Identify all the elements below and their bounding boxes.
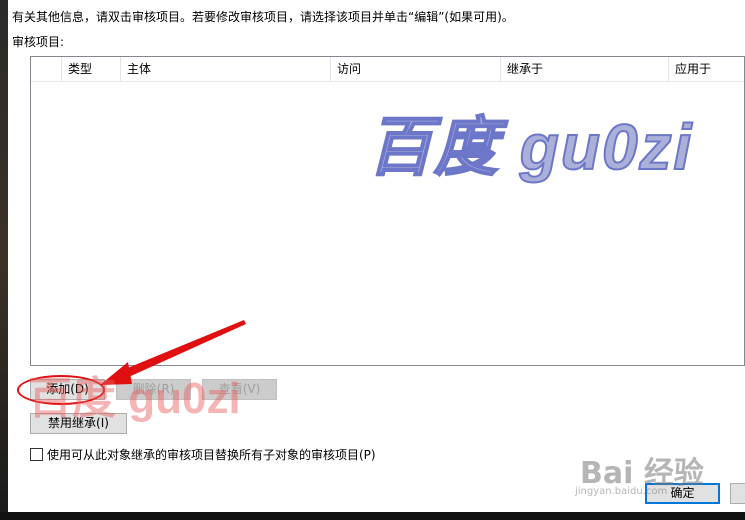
replace-child-entries-option[interactable]: 使用可从此对象继承的审核项目替换所有子对象的审核项目(P) [30,446,376,463]
cancel-button-partial[interactable] [730,483,745,504]
audit-entries-dialog: 有关其他信息，请双击审核项目。若要修改审核项目，请选择该项目并单击“编辑”(如果… [8,0,745,512]
column-header-inherited-from[interactable]: 继承于 [501,57,669,81]
background-left-edge [0,0,8,520]
column-header-principal[interactable]: 主体 [121,57,331,81]
remove-button[interactable]: 删除(R) [116,379,191,400]
column-header-access[interactable]: 访问 [331,57,501,81]
column-header-applies-to[interactable]: 应用于 [669,57,745,81]
replace-child-entries-checkbox[interactable] [30,448,43,461]
list-header: 类型 主体 访问 继承于 应用于 [31,57,744,82]
replace-child-entries-label: 使用可从此对象继承的审核项目替换所有子对象的审核项目(P) [47,448,376,462]
background-bottom-edge [0,512,745,520]
view-button[interactable]: 查看(V) [202,379,277,400]
column-header-blank[interactable] [31,57,62,81]
add-button[interactable]: 添加(D) [30,379,105,400]
audit-entries-list[interactable]: 类型 主体 访问 继承于 应用于 [30,56,745,366]
info-text: 有关其他信息，请双击审核项目。若要修改审核项目，请选择该项目并单击“编辑”(如果… [12,10,514,24]
column-header-type[interactable]: 类型 [62,57,121,81]
disable-inheritance-button[interactable]: 禁用继承(I) [30,413,127,434]
audit-entries-label: 审核项目: [12,35,65,49]
ok-button[interactable]: 确定 [645,483,720,504]
